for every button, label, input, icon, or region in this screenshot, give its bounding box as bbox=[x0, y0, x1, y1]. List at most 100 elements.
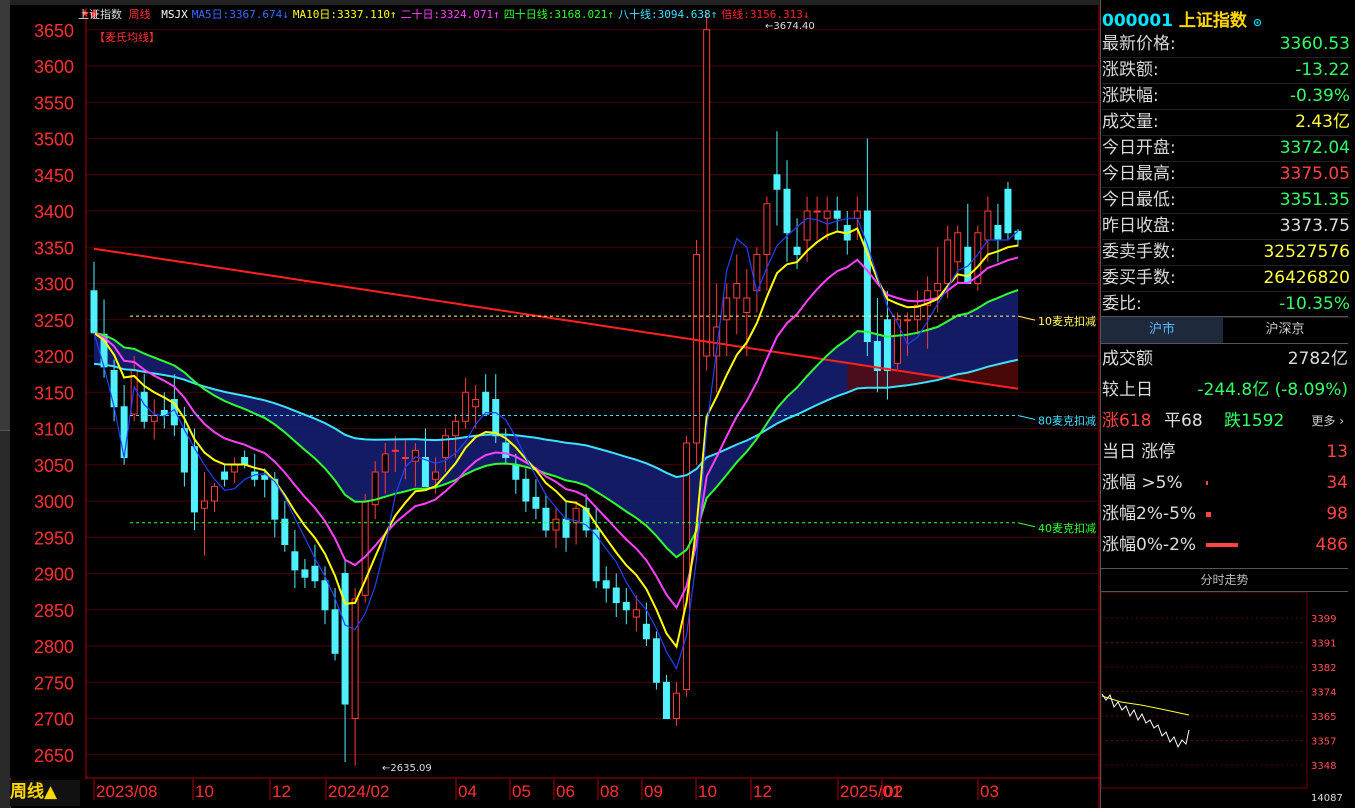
annotation-label: 10麦克扣减 bbox=[1038, 314, 1096, 328]
y-tick-label: 3000 bbox=[34, 492, 74, 512]
left-tab-3[interactable] bbox=[0, 190, 10, 281]
compare-label: 较上日 bbox=[1102, 380, 1153, 400]
candle-body bbox=[873, 341, 881, 372]
candle-body bbox=[954, 232, 962, 263]
quote-value: 26426820 bbox=[1263, 268, 1350, 288]
quote-label: 最新价格: bbox=[1102, 34, 1176, 54]
tab-all-markets[interactable]: 沪深京 bbox=[1224, 317, 1346, 343]
r25-value: 98 bbox=[1326, 504, 1348, 524]
candle-body bbox=[673, 692, 681, 720]
candle-body bbox=[743, 297, 751, 314]
quote-row: 委买手数: 26426820 bbox=[1102, 265, 1350, 292]
candle-body bbox=[522, 478, 530, 502]
turnover-label: 成交额 bbox=[1102, 349, 1153, 369]
x-tick-label: 02 bbox=[884, 782, 903, 801]
quote-value: 3373.75 bbox=[1279, 216, 1350, 236]
stock-code: 000001 bbox=[1102, 11, 1173, 31]
candle-body bbox=[542, 507, 550, 531]
candle-body bbox=[512, 464, 520, 480]
quote-label: 委卖手数: bbox=[1102, 242, 1176, 262]
ma-legend-item: 四十日线:3168.021↑ bbox=[503, 8, 615, 21]
candle-body bbox=[552, 518, 560, 531]
quote-value: 3360.53 bbox=[1279, 34, 1350, 54]
legend-stock-name: 上证指数 bbox=[78, 8, 122, 21]
candle-body bbox=[984, 210, 992, 241]
period-label: 周线 bbox=[10, 782, 44, 802]
candle-body bbox=[783, 188, 791, 234]
candle-body bbox=[652, 638, 660, 683]
tab-shanghai[interactable]: 沪市 bbox=[1101, 317, 1223, 343]
x-tick-label: 12 bbox=[753, 782, 772, 801]
x-tick-label: 06 bbox=[556, 782, 575, 801]
y-tick-label: 2750 bbox=[34, 673, 74, 693]
compare-row: 较上日 -244.8亿 (-8.09%) bbox=[1102, 375, 1348, 405]
quote-label: 今日最高: bbox=[1102, 164, 1176, 184]
flat-count: 平68 bbox=[1164, 411, 1203, 431]
ma-items: MSJX MA5日:3367.674↓ MA10日:3337.110↑ 二十日:332… bbox=[157, 8, 809, 21]
y-tick-label: 3200 bbox=[34, 347, 74, 367]
candle-body bbox=[883, 319, 891, 372]
quote-row: 今日最高: 3375.05 bbox=[1102, 161, 1350, 188]
x-tick-label: 05 bbox=[512, 782, 531, 801]
left-tab-2[interactable] bbox=[0, 100, 10, 191]
candle-body bbox=[321, 580, 329, 611]
candle-body bbox=[532, 496, 540, 509]
quote-value: 3372.04 bbox=[1279, 138, 1350, 158]
candle-body bbox=[462, 391, 470, 422]
candle-body bbox=[683, 442, 691, 691]
gt5-label: 涨幅 >5% bbox=[1102, 473, 1183, 493]
candle-body bbox=[331, 609, 339, 654]
period-selector[interactable]: 周线▲ bbox=[10, 780, 80, 806]
y-tick-label: 3400 bbox=[34, 202, 74, 222]
candle-body bbox=[562, 518, 570, 538]
y-tick-label: 3650 bbox=[34, 21, 74, 41]
x-tick-label: 2024/02 bbox=[328, 782, 389, 801]
intraday-y-label: 3374 bbox=[1311, 688, 1336, 699]
left-tab-1[interactable] bbox=[0, 0, 10, 101]
candle-body bbox=[763, 203, 771, 256]
r02-value: 486 bbox=[1315, 535, 1348, 555]
intraday-tab[interactable]: 分时走势 bbox=[1101, 568, 1348, 592]
y-tick-label: 3550 bbox=[34, 93, 74, 113]
legend-period: 周线 bbox=[128, 8, 151, 21]
candle-body bbox=[642, 623, 650, 640]
intraday-y-label: 3382 bbox=[1311, 663, 1336, 674]
limit-up-row: 当日 涨停 13 bbox=[1102, 437, 1348, 467]
quote-row: 涨跌额: -13.22 bbox=[1102, 57, 1350, 84]
candle-body bbox=[733, 283, 741, 299]
intraday-frame bbox=[1101, 592, 1308, 789]
left-tab-4[interactable] bbox=[0, 280, 10, 371]
kline-chart[interactable]: 2650 2700 2750 2800 2850 2900 2950 3000 3050 3100… bbox=[10, 0, 1100, 808]
y-tick-label: 3100 bbox=[34, 420, 74, 440]
ma-legend: 上证指数 周线 MSJX MA5日:3367.674↓ MA10日:3337.110… bbox=[78, 6, 810, 24]
info-icon[interactable]: ⊙ bbox=[1253, 16, 1262, 29]
breadth-row: 涨618 平68 跌1592 更多 › bbox=[1102, 406, 1348, 436]
candle-body bbox=[261, 475, 269, 480]
candle-body bbox=[351, 598, 359, 720]
quote-value: 3375.05 bbox=[1279, 164, 1350, 184]
candle-body bbox=[1004, 188, 1012, 234]
candle-body bbox=[452, 420, 460, 437]
candle-body bbox=[944, 239, 952, 285]
candle-body bbox=[833, 210, 841, 219]
turnover-value: 2782亿 bbox=[1287, 349, 1348, 369]
left-tab-5[interactable] bbox=[0, 370, 10, 431]
quote-label: 委买手数: bbox=[1102, 268, 1176, 288]
more-link[interactable]: 更多 › bbox=[1311, 406, 1344, 436]
candle-body bbox=[612, 587, 620, 604]
intraday-chart[interactable]: 3399 3391 3382 3374 3365 3357 3348 14087 bbox=[1101, 592, 1355, 808]
gt5-row: 涨幅 >5% 34 bbox=[1102, 468, 1348, 498]
x-tick-label: 12 bbox=[272, 782, 291, 801]
candle-body bbox=[110, 370, 118, 408]
quote-label: 委比: bbox=[1102, 294, 1142, 314]
x-tick-label: 10 bbox=[698, 782, 717, 801]
quote-panel: 000001 上证指数 ⊙ 最新价格: 3360.53 涨跌额: -13.22 涨跌幅:… bbox=[1100, 0, 1355, 808]
y-tick-label: 3150 bbox=[34, 383, 74, 403]
quote-row: 涨跌幅: -0.39% bbox=[1102, 83, 1350, 110]
gt5-value: 34 bbox=[1326, 473, 1348, 493]
limit-up-label: 当日 涨停 bbox=[1102, 442, 1176, 462]
candle-body bbox=[853, 210, 861, 219]
intraday-y-label: 3348 bbox=[1311, 761, 1336, 772]
quote-row: 成交量: 2.43亿 bbox=[1102, 109, 1350, 136]
quote-row: 最新价格: 3360.53 bbox=[1102, 31, 1350, 58]
